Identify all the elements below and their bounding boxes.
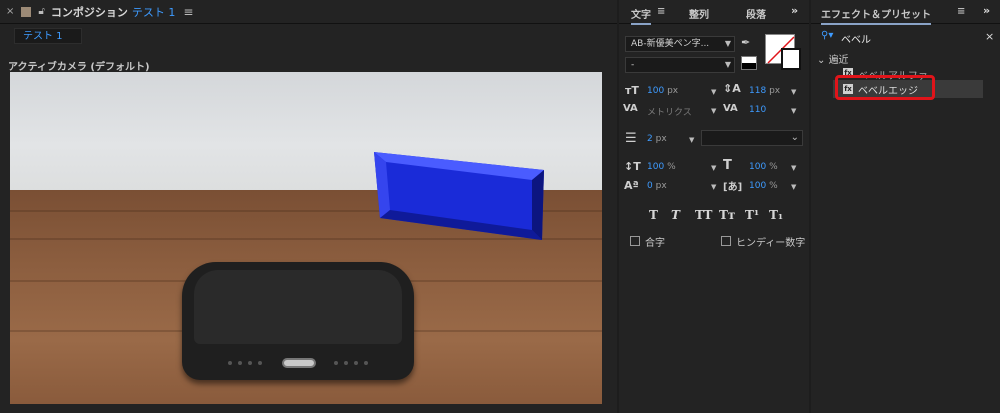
font-family-value: AB-新優美ペン字... <box>631 39 710 49</box>
expand-chevron-icon[interactable]: » <box>983 4 990 17</box>
composition-subtab[interactable]: テスト 1 <box>14 28 82 44</box>
stroke-width-value[interactable]: 2 px <box>647 134 667 144</box>
hindi-digits-label: ヒンディー数字 <box>736 238 806 249</box>
tab-effects-presets[interactable]: エフェクト＆プリセット <box>821 6 931 25</box>
effects-presets-panel: エフェクト＆プリセット ≡ » ⚲▾ ベベル × ⌄ 遍近 fx ベベルアルファ… <box>811 0 1000 413</box>
panel-menu-icon[interactable]: ≡ <box>183 5 193 19</box>
chevron-down-icon: ⌄ <box>790 132 799 143</box>
effects-search-input[interactable]: ⚲▾ ベベル × <box>817 30 997 46</box>
search-icon: ⚲▾ <box>821 30 834 41</box>
leading-icon: ⇕A <box>723 82 741 95</box>
composition-name[interactable]: テスト 1 <box>132 4 176 20</box>
font-style-value: - <box>631 60 635 70</box>
tracking-icon: VA <box>723 103 738 114</box>
composition-tab-bar: × 🔓︎ コンポジション テスト 1 ≡ <box>0 0 617 24</box>
recent-group[interactable]: ⌄ 遍近 <box>817 51 849 66</box>
lock-icon[interactable]: 🔓︎ <box>38 6 44 17</box>
chevron-down-icon: ▼ <box>724 39 731 48</box>
ligatures-checkbox[interactable] <box>630 236 640 246</box>
leading-value[interactable]: 118 px <box>749 86 780 96</box>
vertical-scale-icon: ↕T <box>624 160 641 173</box>
tab-character[interactable]: 文字 <box>631 6 651 25</box>
clear-search-icon[interactable]: × <box>985 30 994 43</box>
tsume-icon: [あ] <box>723 182 743 193</box>
font-style-dropdown[interactable]: - ▼ <box>625 57 735 73</box>
composition-subtab-row: テスト 1 <box>0 24 617 50</box>
baseline-shift-icon: Aª <box>624 179 639 192</box>
composition-viewer[interactable] <box>10 72 602 404</box>
bevel-edge-layer[interactable] <box>372 150 544 242</box>
viewer-label: アクティブカメラ (デフォルト) <box>8 62 150 73</box>
search-value: ベベル <box>841 35 871 46</box>
composition-panel: × 🔓︎ コンポジション テスト 1 ≡ テスト 1 アクティブカメラ (デフォ… <box>0 0 617 413</box>
font-size-icon: ᴛT <box>625 84 639 97</box>
composition-label: コンポジション <box>50 5 128 19</box>
kerning-value[interactable]: メトリクス <box>647 105 692 118</box>
tab-paragraph[interactable]: 段落 <box>746 6 766 21</box>
expand-chevron-icon[interactable]: » <box>791 4 798 17</box>
horizontal-scale-icon: T <box>723 158 732 173</box>
chevron-down-icon: ▼ <box>724 60 731 69</box>
stroke-color-swatch[interactable] <box>781 48 801 70</box>
faux-italic-button[interactable]: T <box>671 208 680 222</box>
composition-color-swatch[interactable] <box>21 6 32 17</box>
character-panel: 文字 ≡ 整列 段落 » AB-新優美ペン字... ▼ ✒︎ - ▼ ᴛT 10… <box>619 0 809 413</box>
superscript-button[interactable]: T¹ <box>745 208 759 222</box>
character-tab-bar: 文字 ≡ 整列 段落 » <box>619 0 809 25</box>
eyedropper-icon[interactable]: ✒︎ <box>741 36 750 49</box>
all-caps-button[interactable]: TT <box>695 208 712 222</box>
effects-tab-bar: エフェクト＆プリセット ≡ » <box>811 0 1000 25</box>
horizontal-scale-value[interactable]: 100 % <box>749 162 778 172</box>
tracking-value[interactable]: 110 <box>749 105 766 115</box>
subscript-button[interactable]: T₁ <box>769 208 783 222</box>
close-icon[interactable]: × <box>6 6 14 17</box>
hindi-digits-checkbox[interactable] <box>721 236 731 246</box>
vertical-scale-value[interactable]: 100 % <box>647 162 676 172</box>
tab-menu-icon[interactable]: ≡ <box>657 6 665 17</box>
tsume-value[interactable]: 100 % <box>749 181 778 191</box>
stroke-style-dropdown[interactable]: ⌄ <box>701 130 803 146</box>
font-size-value[interactable]: 100 px <box>647 86 678 96</box>
smartphone-image <box>182 262 414 380</box>
font-family-dropdown[interactable]: AB-新優美ペン字... ▼ <box>625 36 735 52</box>
highlight-annotation <box>835 75 935 100</box>
baseline-shift-value[interactable]: 0 px <box>647 181 667 191</box>
tab-align[interactable]: 整列 <box>689 6 709 21</box>
fill-stroke-swatch-small[interactable] <box>741 56 757 70</box>
ligatures-label: 合字 <box>645 238 665 249</box>
small-caps-button[interactable]: Tт <box>719 208 735 222</box>
faux-bold-button[interactable]: T <box>649 208 658 222</box>
stroke-width-icon: ☰ <box>625 131 637 146</box>
kerning-icon: VA <box>623 103 638 114</box>
tab-menu-icon[interactable]: ≡ <box>957 6 965 17</box>
